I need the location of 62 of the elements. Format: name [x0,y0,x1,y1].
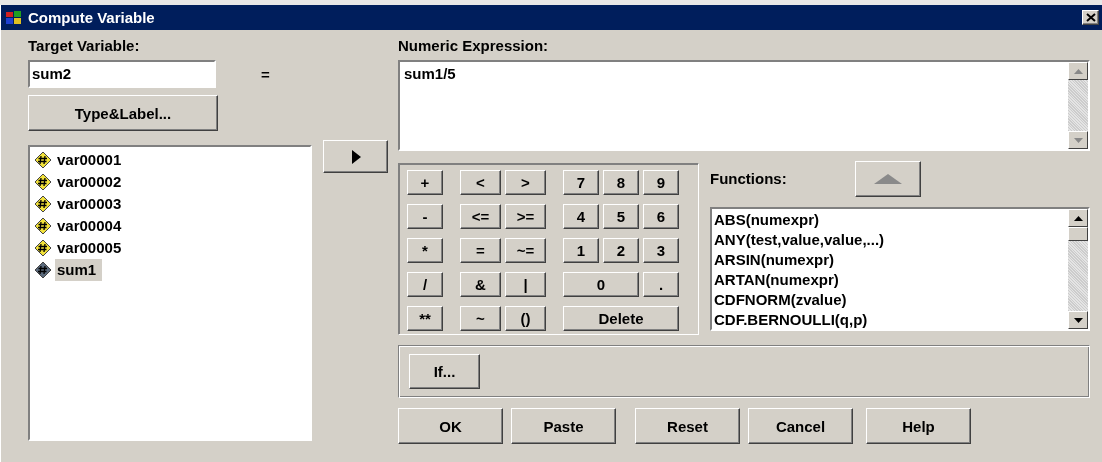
variable-item[interactable]: var00001 [55,149,128,171]
keypad-button[interactable]: * [407,238,443,263]
keypad-button[interactable]: | [505,272,546,297]
keypad-button[interactable]: > [505,170,546,195]
function-item[interactable]: ANY(test,value,value,...) [714,230,1066,250]
keypad-button[interactable]: - [407,204,443,229]
keypad-button[interactable]: 7 [563,170,599,195]
keypad-button[interactable]: / [407,272,443,297]
insert-function-button[interactable] [855,161,921,197]
app-icon [5,9,23,26]
if-button[interactable]: If... [409,354,480,389]
function-item[interactable]: CDFNORM(zvalue) [714,290,1066,310]
variable-item[interactable]: var00002 [55,171,128,193]
keypad-button[interactable]: = [460,238,501,263]
window-title: Compute Variable [28,9,156,26]
equals-sign: = [261,65,270,83]
scroll-bar[interactable] [1068,209,1088,329]
dialog-button[interactable]: Reset [635,408,740,444]
type-and-label-button[interactable]: Type&Label... [28,95,218,131]
keypad-button[interactable]: 4 [563,204,599,229]
functions-label: Functions: [710,169,788,189]
keypad-button[interactable]: < [460,170,501,195]
keypad-button[interactable]: 1 [563,238,599,263]
scroll-bar[interactable] [1068,62,1088,149]
keypad-button[interactable]: Delete [563,306,679,331]
dialog-button[interactable]: Help [866,408,971,444]
variable-item[interactable]: var00004 [55,215,128,237]
keypad-button[interactable]: >= [505,204,546,229]
close-icon [1085,13,1096,22]
close-button[interactable] [1082,10,1099,25]
keypad-button[interactable]: 5 [603,204,639,229]
keypad-button[interactable]: + [407,170,443,195]
variable-item[interactable]: var00005 [55,237,128,259]
target-variable-label: Target Variable: [28,36,141,56]
variable-item[interactable]: var00003 [55,193,128,215]
keypad-button[interactable]: 6 [643,204,679,229]
keypad-button[interactable]: & [460,272,501,297]
keypad-button[interactable]: 3 [643,238,679,263]
variable-item[interactable]: sum1 [55,259,103,281]
keypad-button[interactable]: ~ [460,306,501,331]
dialog-button[interactable]: Paste [511,408,616,444]
keypad-button[interactable]: 2 [603,238,639,263]
expression-field[interactable]: sum1/5 [398,60,1090,151]
function-item[interactable]: ARTAN(numexpr) [714,270,1066,290]
function-item[interactable]: ABS(numexpr) [714,210,1066,230]
triangle-right-icon [350,149,361,164]
keypad-button[interactable]: 9 [643,170,679,195]
dialog-button[interactable]: OK [398,408,503,444]
keypad-button[interactable]: ** [407,306,443,331]
keypad-button[interactable]: 0 [563,272,639,297]
dialog-button[interactable]: Cancel [748,408,853,444]
keypad-button[interactable]: . [643,272,679,297]
numeric-expression-label: Numeric Expression: [398,36,550,56]
function-item[interactable]: CDF.BERNOULLI(q,p) [714,310,1066,330]
keypad-button[interactable]: 8 [603,170,639,195]
function-item[interactable]: ARSIN(numexpr) [714,250,1066,270]
triangle-up-icon [874,174,902,184]
target-variable-field[interactable]: sum2 [28,60,216,88]
keypad-button[interactable]: <= [460,204,501,229]
move-variable-button[interactable] [323,140,388,173]
keypad-button[interactable]: () [505,306,546,331]
keypad-button[interactable]: ~= [505,238,546,263]
